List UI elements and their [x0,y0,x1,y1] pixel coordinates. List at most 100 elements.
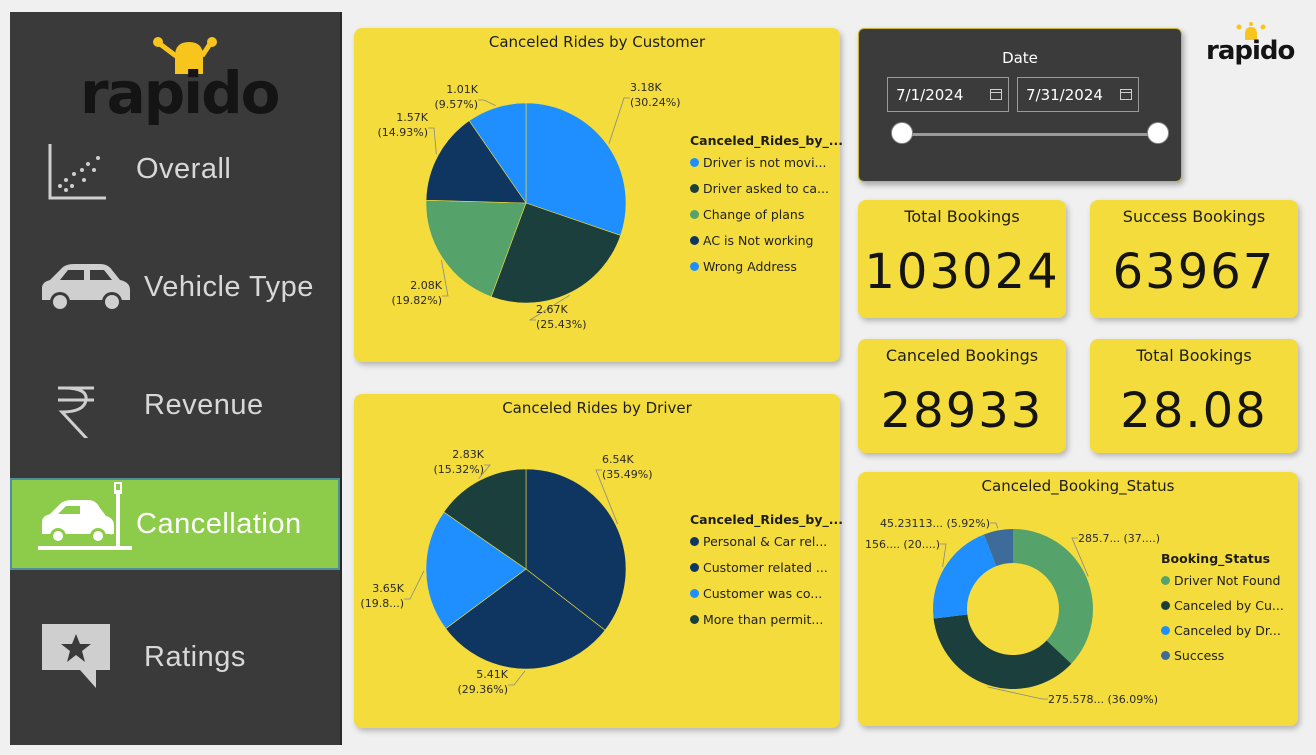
pie-slice[interactable] [1013,529,1093,664]
panel-booking-status: Canceled_Booking_Status 285.7... (37....… [858,472,1298,726]
legend-label: AC is Not working [703,233,814,248]
legend-swatch [690,262,699,271]
legend-item[interactable]: Driver asked to ca... [690,181,829,196]
legend-item[interactable]: Canceled by Dr... [1161,623,1281,638]
legend-item[interactable]: Customer related ... [690,560,828,575]
legend-label: More than permit... [703,612,824,627]
legend-title: Canceled_Rides_by_... [690,133,843,148]
data-label: 1.57K (14.93%) [377,111,428,139]
start-date-input[interactable]: 7/1/2024 [887,77,1009,112]
legend-swatch [690,615,699,624]
nav-overall[interactable]: Overall [10,136,340,228]
legend-item[interactable]: Wrong Address [690,259,797,274]
date-range-start-handle[interactable] [891,122,913,144]
legend-label: Driver asked to ca... [703,181,829,196]
brand-logo: rapido [1206,22,1296,72]
panel-canceled-by-customer: Canceled Rides by Customer 3.18K (30.24%)… [354,28,843,362]
calendar-icon[interactable] [1120,89,1132,100]
data-label: 6.54K (35.49%) [602,453,653,481]
date-range-track[interactable] [901,133,1157,136]
pie-slice[interactable] [933,614,1072,689]
leader-line [428,127,437,155]
kpi-value: 28933 [880,383,1044,439]
legend-swatch [690,210,699,219]
data-label: 2.83K (15.32%) [433,448,484,476]
date-slicer: Date 7/1/2024 7/31/2024 [858,28,1182,182]
leader-line [478,99,496,106]
legend-item[interactable]: AC is Not working [690,233,813,248]
star-review-icon [42,624,110,688]
data-label: 3.65K (19.8...) [360,582,404,610]
legend-swatch [690,158,699,167]
legend-swatch [690,563,699,572]
kpi-cancellation-rate: Total Bookings 28.08 [1090,339,1298,453]
end-date-value: 7/31/2024 [1026,86,1103,104]
legend-label: Driver is not movi... [703,155,827,170]
data-label: 2.08K (19.82%) [391,279,442,307]
nav-label-cancellation: Cancellation [136,508,302,540]
date-slicer-title: Date [1002,49,1038,67]
leader-line [508,670,526,686]
leader-line [441,259,449,297]
legend-label: Driver Not Found [1174,573,1281,588]
leader-line [404,570,425,600]
legend-title: Booking_Status [1161,551,1271,566]
leader-line [990,522,999,529]
legend-swatch [690,236,699,245]
kpi-title: Total Bookings [1136,346,1252,365]
legend-swatch [1161,576,1170,585]
legend-label: Personal & Car rel... [703,534,828,549]
data-label: 3.18K (30.24%) [630,81,681,109]
kpi-title: Success Bookings [1122,207,1266,226]
kpi-canceled-bookings: Canceled Bookings 28933 [858,339,1066,453]
car-icon [42,264,130,312]
data-label: 5.41K (29.36%) [457,668,508,696]
leader-line [608,97,630,144]
nav-label-vehicle-type: Vehicle Type [144,271,314,303]
logo-text: rapido [80,59,281,127]
brand-text: rapido [1206,36,1295,66]
legend-label: Customer was co... [703,586,823,601]
data-label: 1.01K (9.57%) [434,83,478,111]
legend-label: Canceled by Cu... [1174,598,1284,613]
legend-item[interactable]: Driver Not Found [1161,573,1280,588]
legend-item[interactable]: More than permit... [690,612,823,627]
nav-cancellation[interactable]: Cancellation [10,478,340,570]
legend-item[interactable]: Driver is not movi... [690,155,826,170]
end-date-input[interactable]: 7/31/2024 [1017,77,1139,112]
legend-label: Customer related ... [703,560,828,575]
legend-swatch [1161,626,1170,635]
nav-label-ratings: Ratings [144,641,246,673]
legend-item[interactable]: Canceled by Cu... [1161,598,1284,613]
kpi-total-bookings: Total Bookings 103024 [858,200,1066,318]
car-crash-icon [38,482,132,550]
dashboard: rapido Overall Vehicle Type Revenue Canc… [0,0,1316,755]
panel-canceled-by-driver: Canceled Rides by Driver 6.54K (35.49%) 5.… [354,394,843,728]
legend-item[interactable]: Success [1161,648,1224,663]
start-date-value: 7/1/2024 [896,86,964,104]
rapido-logo: rapido [80,26,281,136]
scatter-chart-icon [48,144,106,200]
nav-vehicle-type[interactable]: Vehicle Type [10,254,340,346]
legend-swatch [1161,651,1170,660]
data-label: 275.578... (36.09%) [1048,693,1158,706]
pie-slice[interactable] [933,534,997,619]
nav-label-overall: Overall [136,153,232,185]
nav-label-revenue: Revenue [144,389,264,421]
data-label: 156.... (20....) [865,538,940,551]
kpi-value: 63967 [1112,244,1276,300]
kpi-value: 28.08 [1120,383,1268,439]
legend-label: Success [1174,648,1225,663]
legend-item[interactable]: Personal & Car rel... [690,534,827,549]
kpi-value: 103024 [864,244,1060,300]
legend-item[interactable]: Change of plans [690,207,804,222]
calendar-icon[interactable] [990,89,1002,100]
nav-ratings[interactable]: Ratings [10,618,340,710]
data-label: 285.7... (37....) [1078,532,1160,545]
legend-label: Change of plans [703,207,805,222]
rupee-icon [58,386,94,438]
legend-item[interactable]: Customer was co... [690,586,822,601]
legend-swatch [690,184,699,193]
date-range-end-handle[interactable] [1147,122,1169,144]
nav-revenue[interactable]: Revenue [10,372,340,464]
